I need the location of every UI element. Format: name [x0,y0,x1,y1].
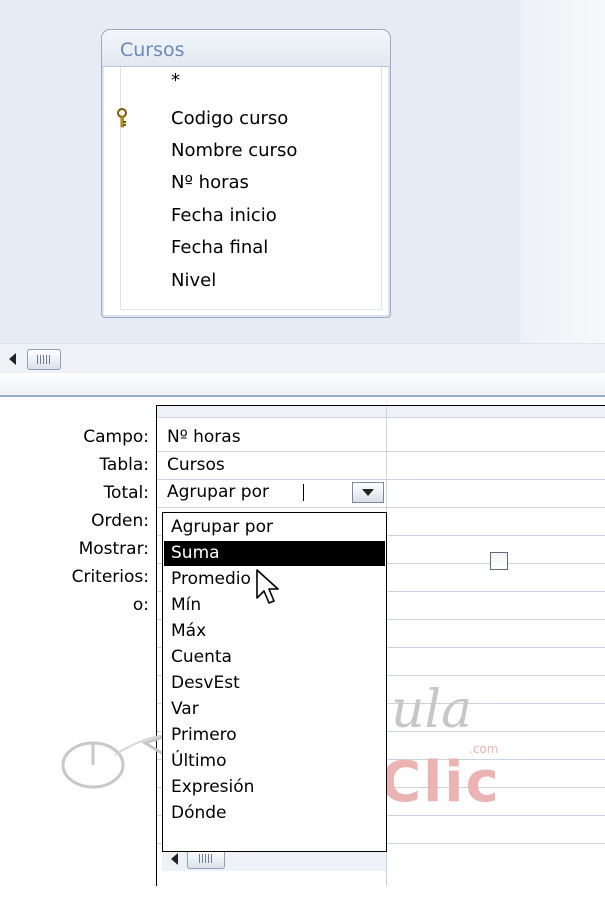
row-label-orden: Orden: [91,511,149,531]
table-title: Cursos [120,39,185,61]
dropdown-option-agrupar-por[interactable]: Agrupar por [164,515,385,540]
cell-tabla-col1[interactable]: Cursos [167,455,225,475]
column-selector-bar[interactable] [157,406,605,418]
dropdown-option-donde[interactable]: Dónde [164,801,385,826]
grid-line [157,451,605,452]
mouse-pointer-icon [256,569,279,604]
field-nivel[interactable]: Nivel [171,270,216,291]
dropdown-option-expresion[interactable]: Expresión [164,775,385,800]
field-nombre-curso[interactable]: Nombre curso [171,140,297,161]
row-label-campo: Campo: [83,427,149,447]
cell-campo-col1[interactable]: Nº horas [167,427,241,447]
grid-line [157,507,605,508]
field-n-horas[interactable]: Nº horas [171,172,249,193]
pane-splitter[interactable] [0,373,605,397]
field-codigo-curso[interactable]: Codigo curso [171,108,288,129]
grip-line [208,854,209,863]
grip-line [199,854,200,863]
field-fecha-inicio[interactable]: Fecha inicio [171,205,277,226]
grip-line [49,355,50,364]
row-label-total: Total: [103,483,149,503]
row-label-criterios: Criterios: [71,567,149,587]
total-dropdown-list[interactable]: Agrupar por Suma Promedio Mín Máx Cuenta… [162,512,387,852]
dropdown-option-suma[interactable]: Suma [164,541,385,566]
grid-scrollbar-thumb[interactable] [187,849,225,869]
table-window-cursos[interactable]: Cursos * Codigo curso Nombre curso Nº ho… [101,29,391,318]
table-design-area: Cursos * Codigo curso Nombre curso Nº ho… [0,0,605,343]
row-label-tabla: Tabla: [99,455,149,475]
grip-line [46,355,47,364]
key-icon [117,108,127,128]
field-asterisk[interactable]: * [171,70,180,91]
text-caret [303,484,304,501]
total-dropdown-button[interactable] [352,482,384,503]
dropdown-option-ultimo[interactable]: Último [164,749,385,774]
field-fecha-final[interactable]: Fecha final [171,237,268,258]
field-list: * Codigo curso Nombre curso Nº horas Fec… [117,67,382,310]
row-label-mostrar: Mostrar: [78,539,149,559]
dropdown-option-desvest[interactable]: DesvEst [164,671,385,696]
grip-line [37,355,38,364]
dropdown-option-max[interactable]: Máx [164,619,385,644]
table-title-bar[interactable]: Cursos [102,30,390,67]
scroll-left-arrow-icon[interactable] [171,853,178,865]
grip-line [43,355,44,364]
scroll-left-arrow-icon[interactable] [9,353,16,365]
grip-line [40,355,41,364]
grid-line [157,479,605,480]
grip-line [202,854,203,863]
total-combobox-value: Agrupar por [167,482,269,502]
design-area-shade [520,0,605,343]
row-label-o: o: [132,595,149,615]
design-horizontal-scrollbar[interactable] [0,343,605,375]
dropdown-option-cuenta[interactable]: Cuenta [164,645,385,670]
dropdown-option-var[interactable]: Var [164,697,385,722]
grip-line [211,854,212,863]
mostrar-checkbox-col2[interactable] [490,552,508,570]
scrollbar-thumb[interactable] [27,349,61,370]
dropdown-option-primero[interactable]: Primero [164,723,385,748]
grip-line [205,854,206,863]
chevron-down-icon [362,489,374,496]
